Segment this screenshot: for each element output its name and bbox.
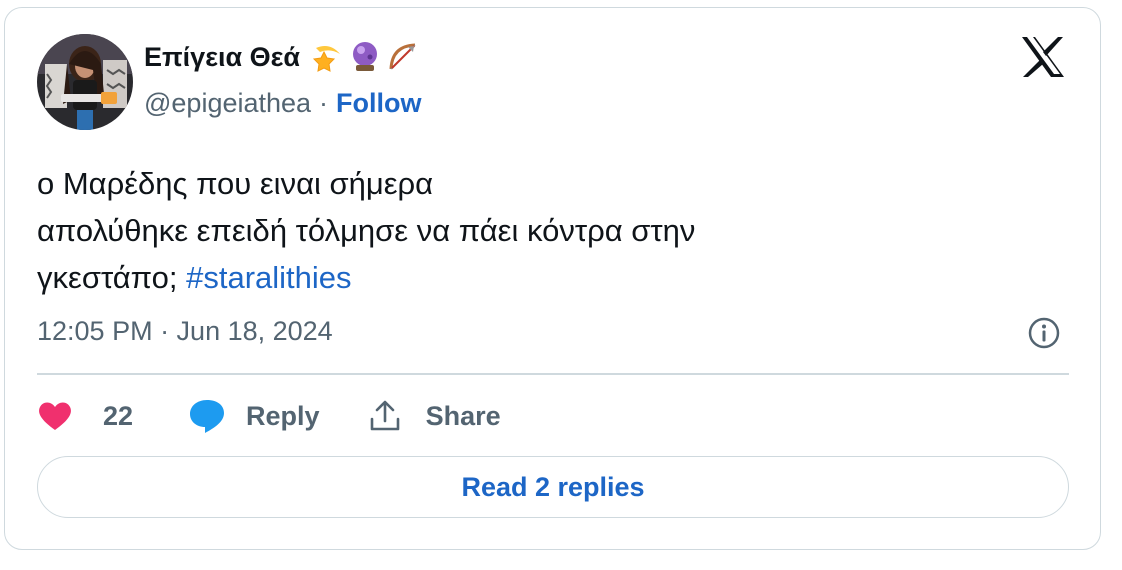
tweet-text: ο Μαρέδης που ειναι σήμερα απολύθηκε επε… (37, 160, 1037, 301)
author-handle-row: @epigeiathea · Follow (144, 88, 422, 119)
tweet-text-line: απολύθηκε επειδή τόλμησε να πάει κόντρα … (37, 213, 696, 248)
follow-link[interactable]: Follow (336, 88, 421, 119)
info-icon[interactable] (1027, 316, 1061, 350)
separator-dot: · (319, 88, 329, 118)
speech-bubble-icon (188, 398, 226, 434)
heart-icon (37, 400, 73, 432)
like-button[interactable]: 22 (37, 400, 133, 432)
tweet-text-segment: γκεστάπο; (37, 260, 187, 295)
reply-label: Reply (246, 400, 320, 431)
bow-and-arrow-icon (386, 40, 420, 74)
dizzy-star-icon (310, 40, 344, 74)
author-name-row: Επίγεια Θεά (144, 40, 420, 74)
author-handle[interactable]: @epigeiathea (144, 88, 311, 119)
x-logo-icon[interactable] (1020, 36, 1066, 78)
avatar[interactable] (37, 34, 133, 130)
hashtag-link[interactable]: #staralithies (186, 260, 351, 295)
share-upload-icon (368, 399, 402, 433)
divider (37, 373, 1069, 375)
tweet-actions: 22 Reply Share (37, 394, 501, 438)
share-button[interactable]: Share (368, 399, 501, 433)
crystal-ball-icon (348, 40, 382, 74)
tweet-timestamp[interactable]: 12:05 PM · Jun 18, 2024 (37, 316, 333, 347)
author-emojis (310, 40, 420, 74)
author-display-name[interactable]: Επίγεια Θεά (144, 42, 300, 73)
tweet-text-line-last: γκεστάπο; #staralithies (37, 254, 1037, 301)
reply-button[interactable]: Reply (188, 398, 320, 434)
share-label: Share (425, 400, 501, 431)
tweet-text-line: ο Μαρέδης που ειναι σήμερα (37, 166, 434, 201)
like-count: 22 (103, 400, 134, 431)
read-replies-button[interactable]: Read 2 replies (37, 456, 1069, 518)
